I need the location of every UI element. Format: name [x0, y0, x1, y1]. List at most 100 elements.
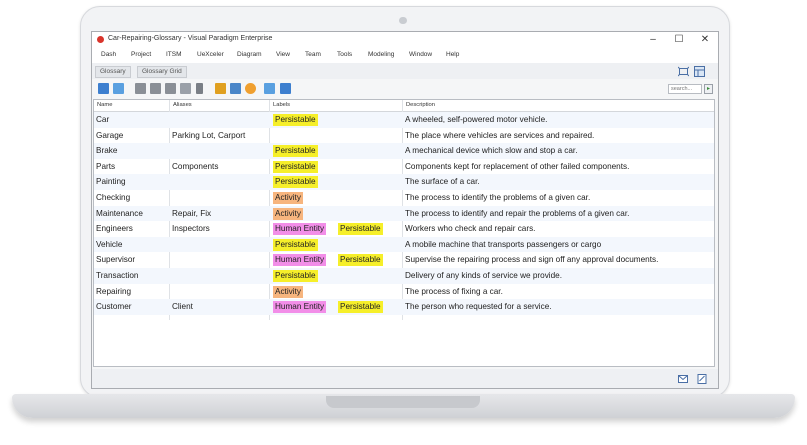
- label-tag[interactable]: Activity: [273, 285, 303, 298]
- label-tag[interactable]: Human Entity: [273, 223, 327, 236]
- cell-description[interactable]: The person who requested for a service.: [405, 302, 552, 311]
- cell-name[interactable]: Repairing: [96, 287, 131, 296]
- cell-aliases[interactable]: Inspectors: [172, 224, 210, 233]
- refresh-icon[interactable]: [245, 83, 256, 94]
- maximize-button[interactable]: ☐: [670, 33, 688, 47]
- cell-name[interactable]: Vehicle: [96, 240, 122, 249]
- edit-document-icon[interactable]: [697, 374, 707, 384]
- cell-name[interactable]: Engineers: [96, 224, 133, 233]
- cell-description[interactable]: The process to identify and repair the p…: [405, 209, 629, 218]
- breadcrumb-glossary[interactable]: Glossary: [95, 66, 131, 78]
- menu-modeling[interactable]: Modeling: [368, 51, 394, 58]
- cell-description[interactable]: The process to identify the problems of …: [405, 193, 590, 202]
- chart-icon[interactable]: [215, 83, 226, 94]
- label-tag[interactable]: Activity: [273, 192, 303, 204]
- table-row[interactable]: Repairing Activity The process of fixing a…: [94, 284, 714, 300]
- document-alt-icon[interactable]: [150, 83, 161, 94]
- search-go-button[interactable]: ▸: [704, 84, 713, 94]
- menu-view[interactable]: View: [276, 51, 290, 58]
- document-icon[interactable]: [135, 83, 146, 94]
- cell-aliases[interactable]: Parking Lot, Carport: [172, 131, 245, 140]
- grid-view-icon[interactable]: [694, 66, 705, 77]
- grid-header: Name Aliases Labels Description: [94, 100, 714, 112]
- table-row[interactable]: Transaction Persistable Delivery of any ki…: [94, 268, 714, 284]
- cell-description[interactable]: Components kept for replacement of other…: [405, 162, 629, 171]
- label-tag[interactable]: Human Entity: [273, 301, 327, 314]
- table-icon[interactable]: [165, 83, 176, 94]
- camera-dot: [399, 17, 407, 24]
- label-tag[interactable]: Persistable: [338, 223, 383, 236]
- cell-aliases[interactable]: Components: [172, 162, 218, 171]
- menu-project[interactable]: Project: [131, 51, 151, 58]
- label-tag[interactable]: Persistable: [273, 176, 318, 189]
- cell-name[interactable]: Transaction: [96, 271, 138, 280]
- label-tag[interactable]: Persistable: [273, 238, 318, 251]
- cell-aliases[interactable]: Client: [172, 302, 193, 311]
- cell-name[interactable]: Brake: [96, 146, 117, 155]
- label-tag[interactable]: Persistable: [338, 254, 383, 267]
- table-row[interactable]: Brake Persistable A mechanical device whic…: [94, 143, 714, 159]
- menu-window[interactable]: Window: [409, 51, 432, 58]
- menu-itsm[interactable]: ITSM: [166, 51, 182, 58]
- table-row[interactable]: Engineers Inspectors Human Entity Persistab…: [94, 221, 714, 237]
- breadcrumb-glossary-grid[interactable]: Glossary Grid: [137, 66, 187, 78]
- menu-diagram[interactable]: Diagram: [237, 51, 262, 58]
- table-row[interactable]: Garage Parking Lot, Carport The place wher…: [94, 128, 714, 144]
- cell-name[interactable]: Car: [96, 115, 109, 124]
- new-term-icon[interactable]: [98, 83, 109, 94]
- cell-description[interactable]: A mobile machine that transports passeng…: [405, 240, 601, 249]
- cell-name[interactable]: Garage: [96, 131, 123, 140]
- menu-team[interactable]: Team: [305, 51, 321, 58]
- column-header-name[interactable]: Name: [97, 102, 112, 108]
- report-icon[interactable]: [280, 83, 291, 94]
- column-header-labels[interactable]: Labels: [273, 102, 290, 108]
- table-row[interactable]: Customer Client Human Entity Persistable The…: [94, 299, 714, 315]
- table-row[interactable]: Parts Components Persistable Components kep…: [94, 159, 714, 175]
- diagram-icon[interactable]: [230, 83, 241, 94]
- column-header-description[interactable]: Description: [406, 102, 435, 108]
- fit-view-icon[interactable]: [678, 66, 689, 77]
- label-tag[interactable]: Activity: [273, 207, 303, 220]
- cell-description[interactable]: A mechanical device which slow and stop …: [405, 146, 577, 155]
- cell-name[interactable]: Customer: [96, 302, 132, 311]
- folder-icon[interactable]: [180, 83, 191, 94]
- menu-uexceler[interactable]: UeXceler: [197, 51, 224, 58]
- label-tag[interactable]: Persistable: [338, 301, 383, 314]
- pin-icon[interactable]: [196, 83, 203, 94]
- table-row[interactable]: Car Persistable A wheeled, self-powered mo…: [94, 112, 714, 128]
- cell-name[interactable]: Parts: [96, 162, 115, 171]
- minimize-button[interactable]: –: [644, 33, 662, 47]
- mail-icon[interactable]: [678, 375, 688, 383]
- label-tag[interactable]: Persistable: [273, 270, 318, 282]
- cell-name[interactable]: Painting: [96, 177, 126, 186]
- cell-name[interactable]: Checking: [96, 193, 130, 202]
- export-icon[interactable]: [264, 83, 275, 94]
- column-header-aliases[interactable]: Aliases: [173, 102, 192, 108]
- menu-help[interactable]: Help: [446, 51, 459, 58]
- cell-description[interactable]: Supervise the repairing process and sign…: [405, 255, 658, 264]
- search-input[interactable]: [668, 84, 702, 94]
- cell-name[interactable]: Maintenance: [96, 209, 143, 218]
- cell-name[interactable]: Supervisor: [96, 255, 135, 264]
- close-button[interactable]: ✕: [696, 33, 714, 47]
- label-tag[interactable]: Persistable: [273, 145, 318, 158]
- toolbar: [92, 80, 718, 97]
- cell-description[interactable]: The process of fixing a car.: [405, 287, 503, 296]
- menu-tools[interactable]: Tools: [337, 51, 352, 58]
- import-icon[interactable]: [113, 83, 124, 94]
- label-tag[interactable]: Persistable: [273, 114, 318, 126]
- table-row[interactable]: Supervisor Human Entity Persistable Supervi…: [94, 252, 714, 268]
- cell-description[interactable]: Workers who check and repair cars.: [405, 224, 535, 233]
- label-tag[interactable]: Persistable: [273, 160, 318, 173]
- table-row[interactable]: Checking Activity The process to identify …: [94, 190, 714, 206]
- cell-description[interactable]: A wheeled, self-powered motor vehicle.: [405, 115, 547, 124]
- cell-description[interactable]: The surface of a car.: [405, 177, 480, 186]
- table-row[interactable]: Maintenance Repair, Fix Activity The proces…: [94, 205, 714, 222]
- menu-dash[interactable]: Dash: [101, 51, 116, 58]
- label-tag[interactable]: Human Entity: [273, 254, 327, 267]
- cell-description[interactable]: Delivery of any kinds of service we prov…: [405, 271, 562, 280]
- cell-description[interactable]: The place where vehicles are services an…: [405, 131, 594, 140]
- table-row[interactable]: Vehicle Persistable A mobile machine that …: [94, 236, 714, 253]
- cell-aliases[interactable]: Repair, Fix: [172, 209, 211, 218]
- table-row[interactable]: Painting Persistable The surface of a car.: [94, 174, 714, 190]
